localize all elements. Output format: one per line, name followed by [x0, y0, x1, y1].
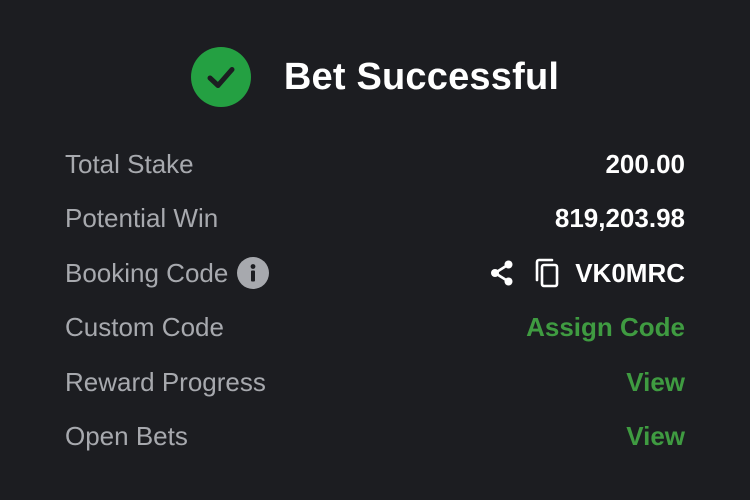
reward-progress-view-link[interactable]: View [626, 367, 685, 398]
check-circle-icon [190, 47, 251, 107]
page-title: Bet Successful [283, 55, 560, 98]
assign-code-link[interactable]: Assign Code [526, 312, 685, 343]
bet-details: Total Stake 200.00 Potential Win 819,203… [65, 137, 685, 464]
total-stake-row: Total Stake 200.00 [65, 137, 685, 192]
potential-win-label: Potential Win [65, 203, 219, 234]
copy-icon[interactable] [533, 257, 561, 289]
potential-win-value: 819,203.98 [554, 203, 685, 234]
potential-win-row: Potential Win 819,203.98 [65, 192, 685, 247]
custom-code-row: Custom Code Assign Code [65, 301, 685, 356]
open-bets-row: Open Bets View [65, 410, 685, 465]
booking-code-label: Booking Code [65, 257, 229, 288]
total-stake-value: 200.00 [605, 148, 685, 179]
reward-progress-row: Reward Progress View [65, 355, 685, 410]
booking-code-value: VK0MRC [575, 257, 685, 288]
custom-code-label: Custom Code [65, 312, 224, 343]
reward-progress-label: Reward Progress [65, 366, 266, 397]
booking-code-label-group: Booking Code [65, 257, 270, 290]
info-icon[interactable] [237, 257, 270, 290]
booking-code-row: Booking Code VK0MRC [65, 246, 685, 301]
open-bets-label: Open Bets [65, 421, 188, 452]
booking-code-value-group: VK0MRC [487, 257, 685, 289]
share-icon[interactable] [487, 258, 517, 288]
open-bets-view-link[interactable]: View [626, 421, 685, 452]
total-stake-label: Total Stake [65, 148, 194, 179]
bet-success-header: Bet Successful [0, 47, 750, 107]
